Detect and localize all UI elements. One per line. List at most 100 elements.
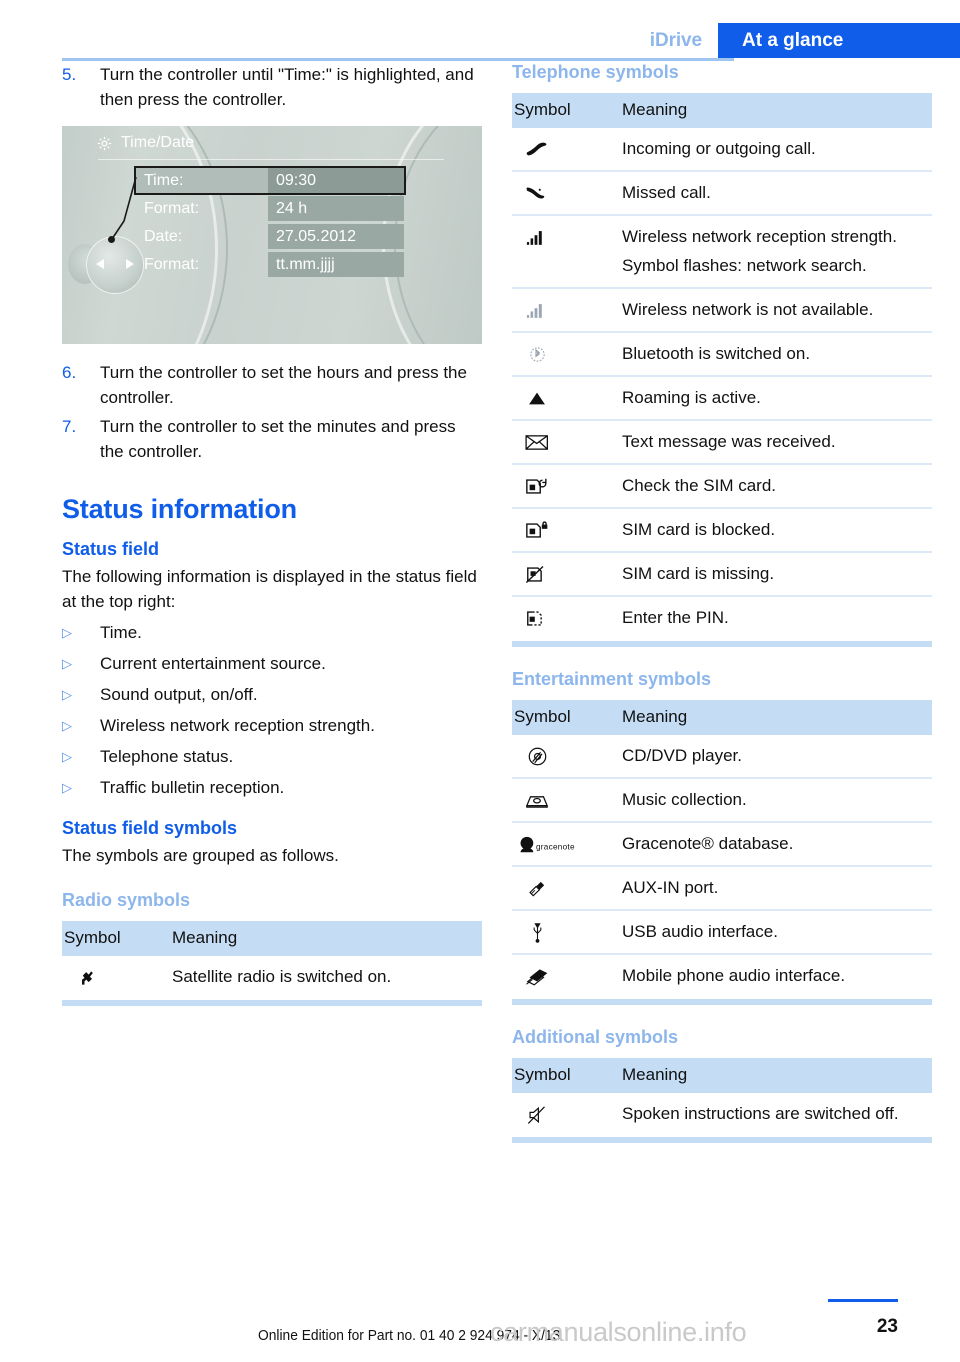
column-header-symbol: Symbol bbox=[512, 1058, 622, 1093]
meaning-cell: Gracenote® database. bbox=[622, 822, 932, 867]
list-item: ▷ Telephone status. bbox=[62, 744, 482, 769]
triangle-bullet-icon: ▷ bbox=[62, 656, 72, 671]
table-row: Wireless network reception strength. Sym… bbox=[512, 215, 932, 289]
list-item: ▷ Sound output, on/off. bbox=[62, 682, 482, 707]
symbol-cell bbox=[512, 464, 622, 509]
table-header-row: Symbol Meaning bbox=[512, 93, 932, 128]
list-item: ▷ Time. bbox=[62, 620, 482, 645]
list-item-label: Traffic bulletin reception. bbox=[100, 778, 285, 797]
meaning-note: Symbol flashes: network search. bbox=[622, 256, 867, 275]
step-text: Turn the controller to set the minutes a… bbox=[100, 417, 456, 461]
aux-in-plug-icon bbox=[514, 875, 560, 900]
table-row: Text message was received. bbox=[512, 420, 932, 465]
page-header: iDrive At a glance bbox=[0, 0, 960, 62]
meaning-cell: Enter the PIN. bbox=[622, 608, 729, 627]
status-field-symbols-intro: The symbols are grouped as follows. bbox=[62, 846, 339, 865]
table-row: Check the SIM card. bbox=[512, 464, 932, 509]
meaning-cell: Spoken instructions are switched off. bbox=[622, 1104, 899, 1123]
symbol-cell: gracenote bbox=[512, 822, 622, 867]
table-row: AUX-IN port. bbox=[512, 866, 932, 911]
procedure-step: 6. Turn the controller to set the hours … bbox=[62, 360, 482, 410]
meaning-cell: Mobile phone audio interface. bbox=[622, 966, 846, 985]
table-end-bar bbox=[512, 641, 932, 647]
list-item-label: Time. bbox=[100, 623, 142, 642]
column-header-meaning: Meaning bbox=[622, 93, 932, 128]
telephone-symbols-table: Symbol Meaning Incoming or outgoing call… bbox=[512, 93, 932, 639]
heading-status-field-symbols: Status field symbols bbox=[62, 818, 238, 838]
svg-text:gracenote: gracenote bbox=[536, 842, 575, 851]
procedure-step: 5. Turn the controller until "Time:" is … bbox=[62, 62, 482, 112]
phone-handset-icon bbox=[514, 136, 560, 161]
symbol-cell bbox=[512, 508, 622, 553]
meaning-cell: Bluetooth is switched on. bbox=[622, 332, 932, 377]
symbol-cell bbox=[512, 1093, 622, 1135]
list-item: ▷ Traffic bulletin reception. bbox=[62, 775, 482, 800]
list-item-label: Current entertainment source. bbox=[100, 654, 326, 673]
table-header-row: Symbol Meaning bbox=[512, 700, 932, 735]
watermark-text: carmanualsonline.info bbox=[490, 1317, 747, 1347]
page-content: 5. Turn the controller until "Time:" is … bbox=[0, 62, 960, 1272]
table-row: Enter the PIN. bbox=[512, 596, 932, 639]
table-row: SIM card is blocked. bbox=[512, 508, 932, 553]
triangle-bullet-icon: ▷ bbox=[62, 780, 72, 795]
meaning-cell: Music collection. bbox=[622, 778, 932, 823]
table-row: Music collection. bbox=[512, 778, 932, 823]
symbol-cell bbox=[512, 778, 622, 823]
symbol-cell bbox=[512, 376, 622, 421]
entertainment-symbols-table: Symbol Meaning CD/DVD player. Music coll… bbox=[512, 700, 932, 997]
symbol-cell bbox=[512, 954, 622, 997]
symbol-cell bbox=[512, 866, 622, 911]
satellite-radio-icon bbox=[64, 964, 110, 989]
additional-symbols-table: Symbol Meaning Spoken instructions are s… bbox=[512, 1058, 932, 1135]
table-row: USB audio interface. bbox=[512, 910, 932, 955]
table-row: Spoken instructions are switched off. bbox=[512, 1093, 932, 1135]
music-collection-icon bbox=[514, 787, 560, 812]
page-number: 23 bbox=[876, 1316, 898, 1337]
status-field-intro: The following information is displayed i… bbox=[62, 567, 477, 611]
bluetooth-icon bbox=[514, 341, 560, 366]
table-row: Satellite radio is switched on. bbox=[62, 956, 482, 998]
heading-entertainment-symbols: Entertainment symbols bbox=[512, 669, 712, 689]
step-text: Turn the controller until "Time:" is hig… bbox=[100, 65, 474, 109]
column-header-meaning: Meaning bbox=[622, 700, 932, 735]
triangle-bullet-icon: ▷ bbox=[62, 749, 72, 764]
symbol-cell bbox=[512, 420, 622, 465]
heading-telephone-symbols: Telephone symbols bbox=[512, 62, 679, 82]
table-row: Mobile phone audio interface. bbox=[512, 954, 932, 997]
figure-leader-dot bbox=[108, 236, 115, 243]
sim-check-icon bbox=[514, 473, 560, 498]
meaning-cell: Wireless network reception strength. Sym… bbox=[622, 215, 932, 289]
table-end-bar bbox=[512, 1137, 932, 1143]
triangle-bullet-icon: ▷ bbox=[62, 718, 72, 733]
status-field-list: ▷ Time. ▷ Current entertainment source. … bbox=[62, 620, 482, 800]
page-footer: Online Edition for Part no. 01 40 2 924 … bbox=[0, 1270, 960, 1362]
meaning-cell: AUX-IN port. bbox=[622, 866, 932, 911]
list-item-label: Wireless network reception strength. bbox=[100, 716, 375, 735]
meaning-cell: Text message was received. bbox=[622, 420, 932, 465]
meaning-cell: USB audio interface. bbox=[622, 910, 932, 955]
footer-divider bbox=[828, 1299, 898, 1302]
speaker-muted-icon bbox=[514, 1101, 560, 1126]
meaning-cell: Incoming or outgoing call. bbox=[622, 128, 932, 172]
table-end-bar bbox=[62, 1000, 482, 1006]
right-column: Telephone symbols Symbol Meaning Incomin… bbox=[512, 62, 932, 1145]
table-header-row: Symbol Meaning bbox=[62, 921, 482, 956]
page-title: Status information bbox=[62, 494, 297, 524]
table-row: Wireless network is not available. bbox=[512, 288, 932, 333]
radio-symbols-table: Symbol Meaning Satellite radio is switch… bbox=[62, 921, 482, 998]
breadcrumb-chapter: iDrive bbox=[649, 30, 702, 51]
breadcrumb-section: At a glance bbox=[718, 23, 960, 58]
symbol-cell bbox=[512, 288, 622, 333]
column-header-symbol: Symbol bbox=[512, 93, 622, 128]
symbol-cell bbox=[512, 171, 622, 216]
symbol-cell bbox=[512, 596, 622, 639]
table-row: CD/DVD player. bbox=[512, 735, 932, 779]
signal-bars-full-icon bbox=[514, 224, 560, 249]
meaning-cell: SIM card is missing. bbox=[622, 552, 932, 597]
header-divider bbox=[62, 58, 734, 61]
step-text: Turn the controller to set the hours and… bbox=[100, 363, 467, 407]
symbol-cell bbox=[512, 735, 622, 779]
heading-additional-symbols: Additional symbols bbox=[512, 1027, 679, 1047]
heading-radio-symbols: Radio symbols bbox=[62, 890, 191, 910]
column-header-meaning: Meaning bbox=[172, 921, 482, 956]
